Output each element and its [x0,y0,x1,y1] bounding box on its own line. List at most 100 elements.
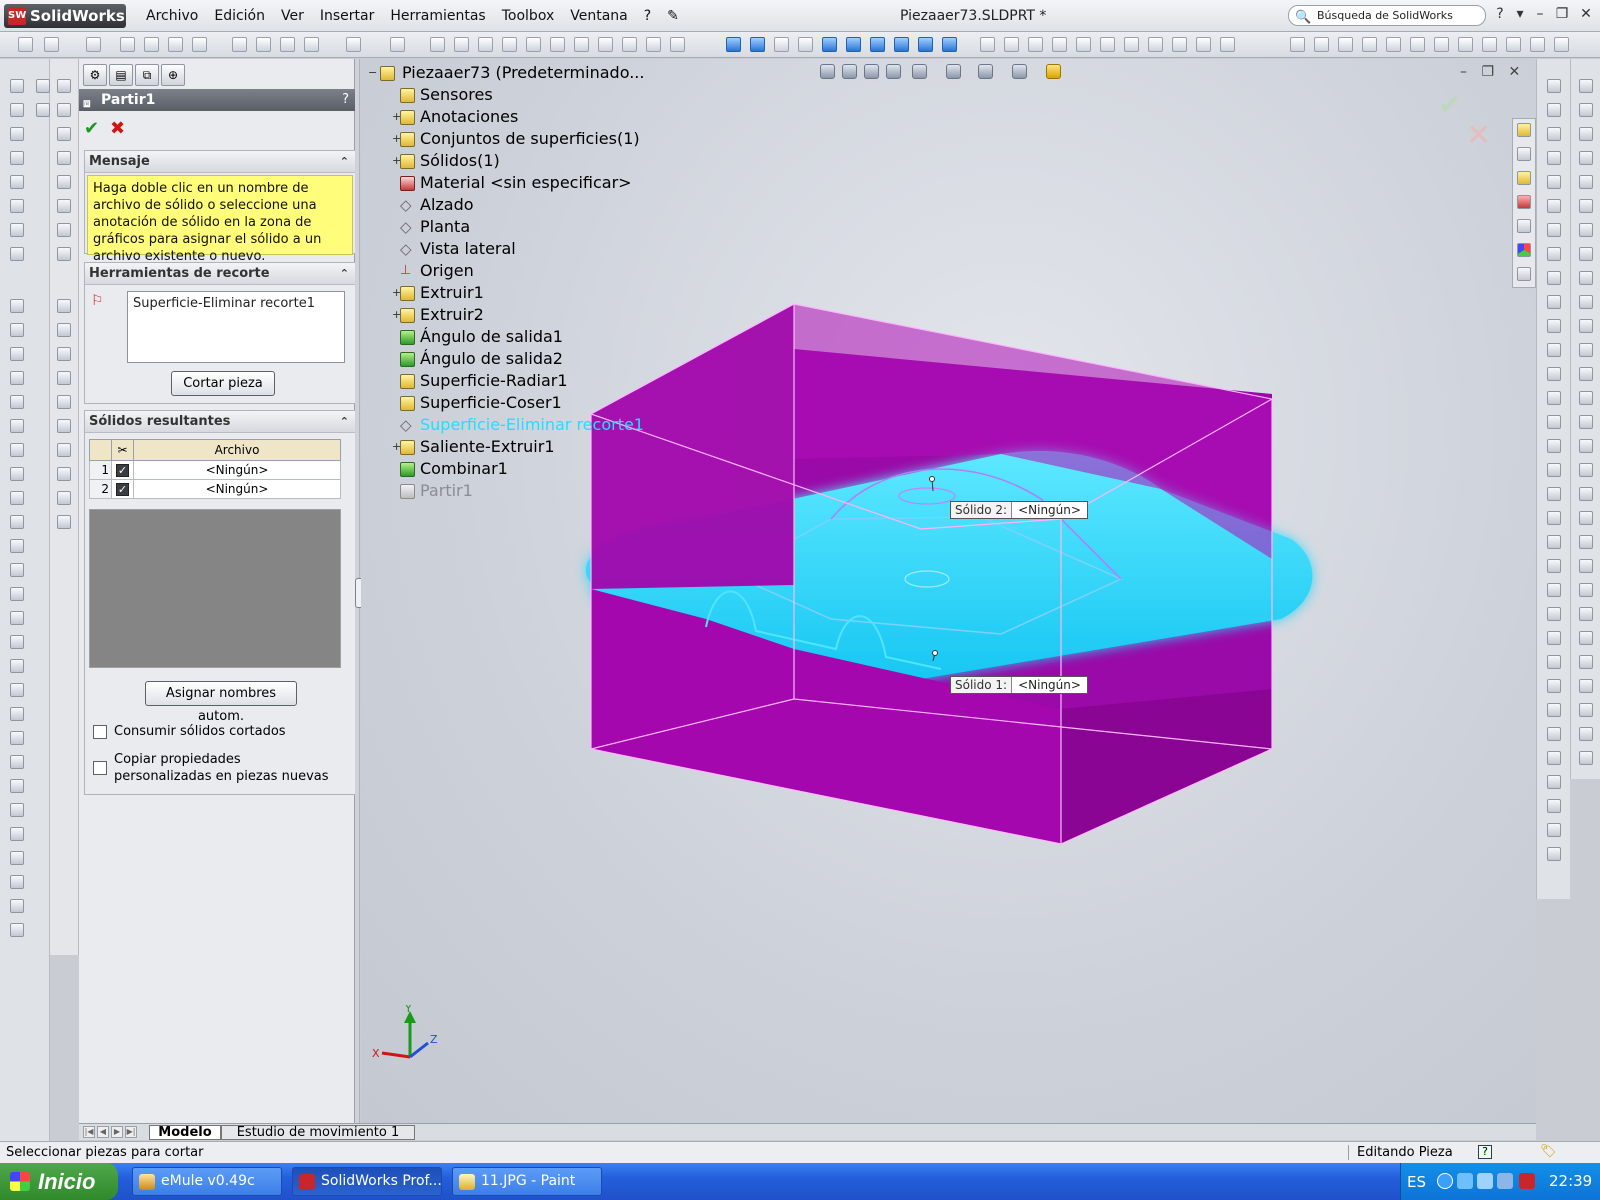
sketch-icon[interactable] [430,37,445,52]
sketch-intersect-icon[interactable] [1547,679,1561,693]
solidworks-logo[interactable]: SW SolidWorks [4,4,126,28]
composite-curve-icon[interactable] [1579,151,1593,165]
weldment-icon[interactable] [1579,343,1593,357]
sketch-repair-icon[interactable] [1547,847,1561,861]
file-explorer-icon[interactable] [1517,171,1531,185]
search-results-icon[interactable] [1517,195,1531,209]
solid-1-value[interactable]: <Ningún> [1012,677,1087,693]
dimension-icon[interactable] [454,37,469,52]
hide-show-icon[interactable] [550,37,565,52]
mid-surface-icon[interactable] [57,467,71,481]
hatch-icon[interactable] [304,37,319,52]
antivirus-icon[interactable] [1519,1173,1535,1189]
split-line-icon[interactable] [10,851,24,865]
surface-sweep-side-icon[interactable] [57,127,71,141]
close-icon[interactable]: ✕ [1508,64,1520,80]
trim-tools-header[interactable]: Herramientas de recorte ⌃ [85,263,355,285]
previous-view-icon[interactable] [864,64,879,79]
close-icon[interactable]: ✕ [1576,6,1596,22]
knit-surface-icon[interactable] [57,247,71,261]
loft-boss-icon[interactable] [10,395,24,409]
point-tool-icon[interactable] [10,247,24,261]
trim-tools-selection-box[interactable]: Superficie-Eliminar recorte1 [127,291,345,363]
projected-curve-icon[interactable] [1579,127,1593,141]
select-icon[interactable] [232,37,247,52]
loft-icon[interactable] [1100,37,1115,52]
centerline-tool-icon[interactable] [10,175,24,189]
arrow-dropdown-icon[interactable] [36,103,50,117]
copy-properties-option[interactable]: Copiar propiedades personalizadas en pie… [93,751,343,787]
hide-show-items-icon[interactable] [978,64,993,79]
sketch-grid-icon[interactable] [1547,799,1561,813]
shell-icon[interactable] [1172,37,1187,52]
collapse-icon[interactable]: − [368,62,377,84]
sketch-picture-icon[interactable] [1547,775,1561,789]
sketch-fillet-icon[interactable] [1547,247,1561,261]
view-palette-icon[interactable] [1517,219,1531,233]
sketch-spline-icon[interactable] [1547,199,1561,213]
next-tab-arrow-icon[interactable]: ▶ [111,1126,123,1138]
extrude-boss-icon[interactable] [10,323,24,337]
dome-icon[interactable] [10,515,24,529]
freeform-icon[interactable] [10,707,24,721]
auto-assign-names-button[interactable]: Asignar nombres autom. [145,681,297,724]
check-icon[interactable]: ✓ [116,464,129,477]
surface-fill-icon[interactable] [1506,37,1521,52]
shaded-edges-icon[interactable] [726,37,741,52]
features-icon[interactable] [10,299,24,313]
right-view-icon[interactable] [894,37,909,52]
parting-line-icon[interactable] [10,875,24,889]
select-tool-icon[interactable] [10,103,24,117]
consume-solids-option[interactable]: Consumir sólidos cortados [93,723,343,741]
minimize-icon[interactable]: – [1530,6,1550,22]
tooling-split-icon[interactable] [10,923,24,937]
tray-expand-icon[interactable] [1437,1173,1453,1189]
zoom-area-icon[interactable] [144,37,159,52]
coordinate-system-icon[interactable] [1579,271,1593,285]
sketch-text-icon[interactable] [1547,559,1561,573]
sketch-relations-icon[interactable] [1547,607,1561,621]
rip-icon[interactable] [1579,703,1593,717]
menu-archivo[interactable]: Archivo [138,8,206,24]
surface-loft-side-icon[interactable] [57,151,71,165]
solid-2-callout[interactable]: Sólido 2: <Ningún> [950,501,1088,519]
table-row[interactable]: 1 ✓ <Ningún> [89,460,341,480]
radiate-surface-icon[interactable] [57,223,71,237]
menu-help[interactable]: ? [636,8,659,24]
cut-part-button[interactable]: Cortar pieza [171,371,275,396]
revolve-icon[interactable] [1052,37,1067,52]
replace-face-icon[interactable] [57,419,71,433]
graphics-area[interactable] [361,59,1536,1123]
surface-cut-icon[interactable] [57,515,71,529]
rotate-view-icon[interactable] [168,37,183,52]
rib-icon[interactable] [10,467,24,481]
surface-loft-icon[interactable] [1362,37,1377,52]
last-tab-arrow-icon[interactable]: ▶| [125,1126,137,1138]
surface-revolve-side-icon[interactable] [57,103,71,117]
tab-model[interactable]: Modelo [149,1125,221,1140]
configuration-manager-tab-icon[interactable]: ⧉ [135,64,159,86]
edit-appearance-icon[interactable] [1012,64,1027,79]
surface-extrude-side-icon[interactable] [57,79,71,93]
shut-off-icon[interactable] [10,899,24,913]
row-file-cell[interactable]: <Ningún> [133,460,341,480]
intersect-icon[interactable] [10,563,24,577]
measure-icon[interactable] [256,37,271,52]
planar-surface-icon[interactable] [57,175,71,189]
solid-2-value[interactable]: <Ningún> [1012,502,1087,518]
fill-surface-icon[interactable] [57,299,71,313]
volume-icon[interactable] [1497,1173,1513,1189]
indent-icon[interactable] [10,683,24,697]
taskbar-item-solidworks[interactable]: SolidWorks Prof... [292,1167,442,1196]
3d-sketch-icon[interactable] [1579,199,1593,213]
chamfer-icon[interactable] [1148,37,1163,52]
custom-properties-icon[interactable] [1517,267,1531,281]
pan-icon[interactable] [192,37,207,52]
zoom-to-area-icon[interactable] [842,64,857,79]
end-cap-icon[interactable] [1579,415,1593,429]
sweep-boss-icon[interactable] [10,371,24,385]
help-button[interactable]: ? [342,89,349,111]
open-document-icon[interactable] [44,37,59,52]
feature-manager-tab-icon[interactable]: ⚙ [83,64,107,86]
vent-icon[interactable] [1579,751,1593,765]
